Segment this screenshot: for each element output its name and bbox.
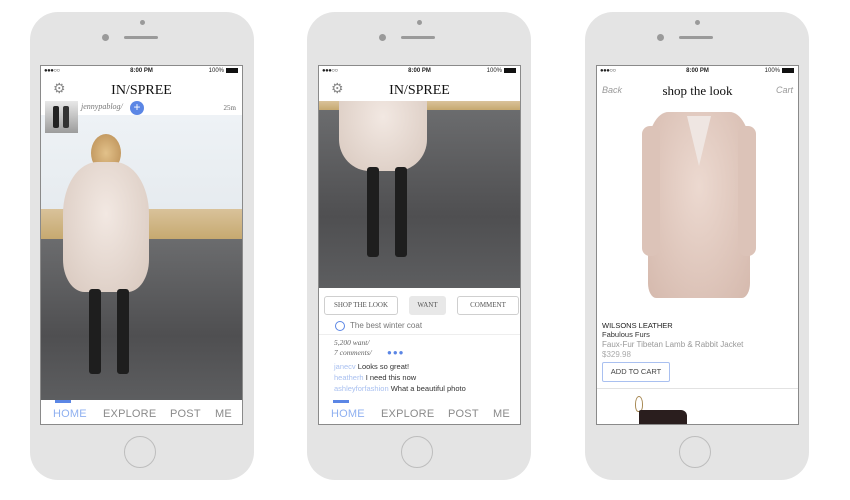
comment-bubble-icon xyxy=(335,321,345,331)
active-tab-indicator xyxy=(55,400,71,403)
feed-photo[interactable] xyxy=(41,114,242,401)
home-button[interactable] xyxy=(124,436,156,468)
nav-explore[interactable]: EXPLORE xyxy=(381,408,434,420)
comment-count[interactable]: 7 comments/ xyxy=(334,348,372,357)
post-header: jennypablog/ + 25m xyxy=(41,101,242,133)
battery-icon xyxy=(226,68,238,73)
comment-item: ashleyforfashion What a beautiful photo xyxy=(334,383,466,394)
phone-frame-feed: ●●●○○ 8:00 PM 100% ⚙ IN/SPREE jennypablo… xyxy=(30,12,254,480)
comment-item: janecv Looks so great! xyxy=(334,361,466,372)
feed-screen: ●●●○○ 8:00 PM 100% ⚙ IN/SPREE jennypablo… xyxy=(40,65,243,425)
more-dots-icon[interactable]: ●●● xyxy=(387,348,405,357)
nav-me[interactable]: ME xyxy=(493,408,510,420)
home-button[interactable] xyxy=(401,436,433,468)
comment-item: heatherh I need this now xyxy=(334,372,466,383)
camera-lens xyxy=(102,34,109,41)
product-brand: Fabulous Furs xyxy=(602,330,650,339)
battery-icon xyxy=(504,68,516,73)
cart-button[interactable]: Cart xyxy=(776,85,793,95)
nav-home[interactable]: HOME xyxy=(331,408,365,420)
front-camera xyxy=(140,20,145,25)
next-product-image[interactable] xyxy=(597,394,798,424)
front-camera xyxy=(695,20,700,25)
shop-title: shop the look xyxy=(662,83,733,98)
want-count[interactable]: 5,200 want/ xyxy=(334,338,369,347)
camera-lens xyxy=(379,34,386,41)
comment-user[interactable]: ashleyforfashion xyxy=(334,384,389,393)
post-time: 25m xyxy=(223,104,236,112)
app-logo: IN/SPREE xyxy=(111,83,172,98)
post-screen: ●●●○○ 8:00 PM 100% ⚙ IN/SPREE SHOP THE L… xyxy=(318,65,521,425)
bottom-nav: HOME EXPLORE POST ME xyxy=(319,400,520,424)
status-bar: ●●●○○ 8:00 PM 100% xyxy=(41,66,242,77)
retailer-name: WILSONS LEATHER xyxy=(602,321,673,330)
shop-header: Back shop the look Cart xyxy=(597,77,798,101)
add-to-cart-button[interactable]: ADD TO CART xyxy=(602,362,670,382)
nav-post[interactable]: POST xyxy=(170,408,201,420)
front-camera xyxy=(417,20,422,25)
comment-user[interactable]: heatherh xyxy=(334,373,364,382)
divider xyxy=(597,388,798,389)
post-photo[interactable] xyxy=(319,101,520,288)
app-header: ⚙ IN/SPREE xyxy=(319,77,520,101)
battery-percent: 100% xyxy=(208,68,224,75)
comment-text: What a beautiful photo xyxy=(390,384,466,393)
phone-frame-shop: ●●●○○ 8:00 PM 100% Back shop the look Ca… xyxy=(585,12,809,480)
shop-the-look-button[interactable]: SHOP THE LOOK xyxy=(324,296,398,315)
battery-percent: 100% xyxy=(486,68,502,75)
avatar[interactable] xyxy=(45,101,78,133)
battery-icon xyxy=(782,68,794,73)
active-tab-indicator xyxy=(333,400,349,403)
phone-frame-post: ●●●○○ 8:00 PM 100% ⚙ IN/SPREE SHOP THE L… xyxy=(307,12,531,480)
app-header: ⚙ IN/SPREE xyxy=(41,77,242,101)
earpiece-speaker xyxy=(124,36,158,39)
comments-list: janecv Looks so great! heatherh I need t… xyxy=(334,361,466,394)
earpiece-speaker xyxy=(679,36,713,39)
earpiece-speaker xyxy=(401,36,435,39)
comment-text: I need this now xyxy=(365,373,417,382)
product-name[interactable]: Faux-Fur Tibetan Lamb & Rabbit Jacket xyxy=(602,340,743,349)
home-button[interactable] xyxy=(679,436,711,468)
want-button[interactable]: WANT xyxy=(409,296,446,315)
post-caption: The best winter coat xyxy=(350,321,423,330)
status-bar: ●●●○○ 8:00 PM 100% xyxy=(597,66,798,77)
nav-explore[interactable]: EXPLORE xyxy=(103,408,156,420)
bottom-nav: HOME EXPLORE POST ME xyxy=(41,400,242,424)
battery-indicator: 100% xyxy=(487,68,516,74)
username-link[interactable]: jennypablog/ xyxy=(81,102,123,111)
nav-me[interactable]: ME xyxy=(215,408,232,420)
battery-indicator: 100% xyxy=(765,68,794,74)
camera-lens xyxy=(657,34,664,41)
comment-user[interactable]: janecv xyxy=(334,362,356,371)
battery-percent: 100% xyxy=(764,68,780,75)
comment-button[interactable]: COMMENT xyxy=(457,296,519,315)
shop-screen: ●●●○○ 8:00 PM 100% Back shop the look Ca… xyxy=(596,65,799,425)
status-bar: ●●●○○ 8:00 PM 100% xyxy=(319,66,520,77)
product-image[interactable] xyxy=(642,106,756,301)
plus-icon[interactable]: + xyxy=(130,101,144,115)
comment-text: Looks so great! xyxy=(357,362,410,371)
battery-indicator: 100% xyxy=(209,68,238,74)
product-price: $329.98 xyxy=(602,350,631,359)
nav-post[interactable]: POST xyxy=(448,408,479,420)
app-logo: IN/SPREE xyxy=(389,83,450,98)
caption-row: The best winter coat xyxy=(319,320,520,335)
nav-home[interactable]: HOME xyxy=(53,408,87,420)
